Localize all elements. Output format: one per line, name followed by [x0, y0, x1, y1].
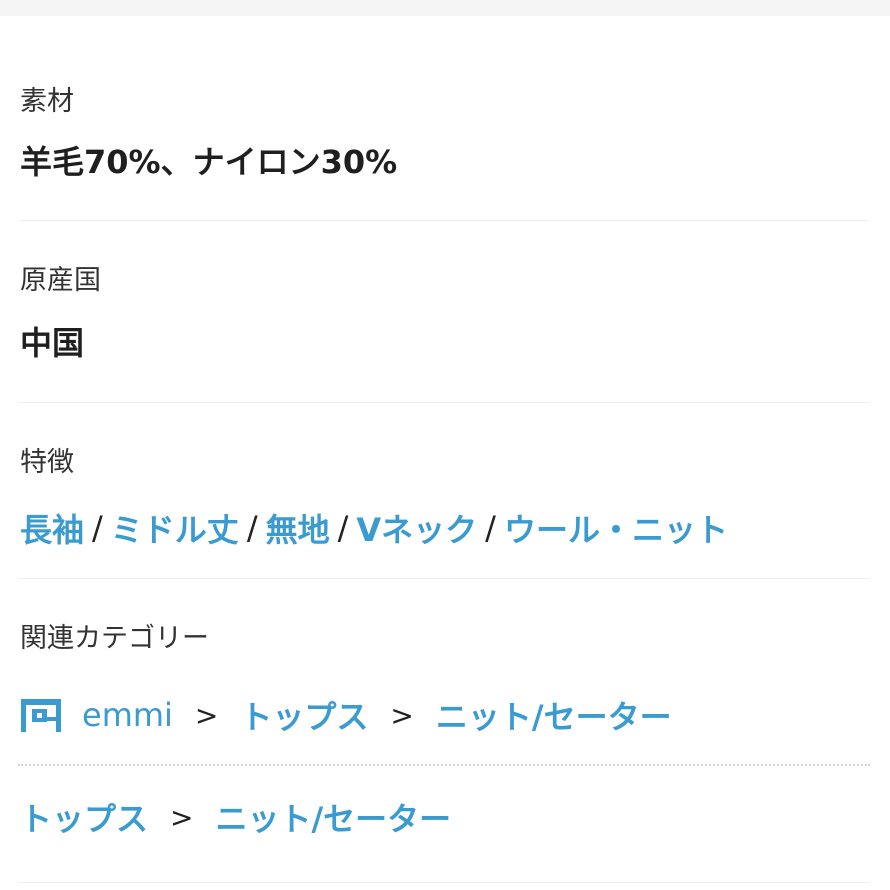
divider: [18, 882, 870, 883]
shop-category-tops[interactable]: トップス: [240, 692, 368, 738]
material-value-wrap: 羊毛70%、ナイロン30%: [20, 146, 870, 178]
category-tops[interactable]: トップス: [20, 794, 148, 840]
origin-value: 中国: [20, 324, 85, 362]
material-label: 素材: [20, 86, 74, 117]
general-category-path: トップス > ニット/セーター: [20, 794, 870, 840]
feature-link-v-neck[interactable]: Vネック: [356, 505, 477, 551]
divider: [18, 402, 870, 403]
feature-link-mid-length[interactable]: ミドル丈: [111, 505, 239, 551]
divider: [18, 220, 870, 221]
top-bar: [0, 0, 890, 16]
related-label: 関連カテゴリー: [20, 623, 209, 654]
shop-link-emmi[interactable]: emmi: [82, 696, 173, 734]
divider: [18, 578, 870, 579]
origin-section: 原産国: [20, 267, 870, 294]
features-label: 特徴: [20, 447, 74, 478]
shop-icon: [20, 697, 62, 733]
origin-value-wrap: 中国: [20, 327, 870, 359]
chevron-right-icon: >: [194, 698, 219, 732]
dotted-divider: [18, 764, 870, 766]
feature-separator: /: [246, 509, 258, 547]
category-knit-sweater[interactable]: ニット/セーター: [215, 794, 451, 840]
features-section: 特徴: [20, 449, 870, 476]
feature-link-plain[interactable]: 無地: [266, 505, 330, 551]
related-section: 関連カテゴリー: [20, 625, 870, 652]
feature-link-long-sleeve[interactable]: 長袖: [20, 505, 84, 551]
features-list: 長袖 / ミドル丈 / 無地 / Vネック / ウール・ニット: [20, 505, 870, 551]
chevron-right-icon: >: [390, 698, 414, 732]
shop-category-path: emmi > トップス > ニット/セーター: [20, 692, 870, 738]
material-section: 素材: [20, 88, 870, 115]
material-value: 羊毛70%、ナイロン30%: [20, 143, 398, 181]
feature-separator: /: [92, 509, 103, 547]
origin-label: 原産国: [20, 265, 101, 296]
feature-separator: /: [485, 509, 496, 547]
shop-category-knit-sweater[interactable]: ニット/セーター: [436, 692, 672, 738]
feature-separator: /: [337, 509, 349, 547]
chevron-right-icon: >: [170, 800, 194, 834]
feature-link-wool-knit[interactable]: ウール・ニット: [504, 505, 728, 551]
